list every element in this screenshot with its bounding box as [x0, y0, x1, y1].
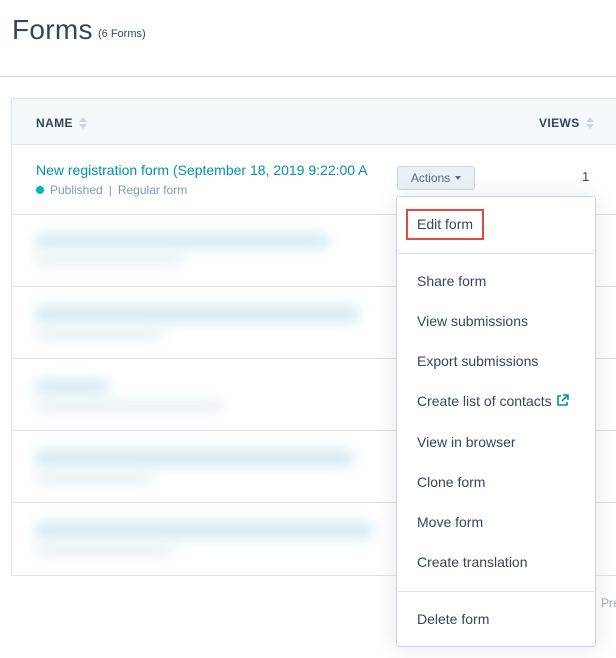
column-header-views-label: VIEWS: [539, 116, 580, 130]
actions-dropdown-menu: Edit form Share form View submissions Ex…: [396, 196, 596, 647]
published-status-dot-icon: [36, 186, 44, 194]
blurred-form-meta: [34, 255, 184, 265]
blurred-form-meta: [34, 545, 174, 555]
sort-icon[interactable]: [585, 116, 594, 130]
column-header-views[interactable]: VIEWS: [539, 116, 594, 131]
actions-button-label: Actions: [410, 171, 451, 185]
table-header: NAME VIEWS: [12, 99, 616, 145]
menu-item-move-form[interactable]: Move form: [397, 514, 595, 530]
blurred-form-name: [34, 305, 360, 323]
menu-divider: [397, 591, 595, 592]
menu-item-create-list-label: Create list of contacts: [417, 393, 552, 409]
column-header-name-label: NAME: [36, 116, 73, 130]
form-status: Published: [50, 183, 103, 197]
page-title: Forms: [12, 14, 93, 45]
menu-item-create-list-of-contacts[interactable]: Create list of contacts: [397, 393, 595, 409]
menu-item-delete-form[interactable]: Delete form: [397, 611, 595, 627]
views-count: 1: [582, 169, 590, 184]
form-count: (6 Forms): [98, 28, 146, 40]
external-link-icon: [556, 394, 569, 406]
menu-item-view-in-browser[interactable]: View in browser: [397, 434, 595, 450]
page-header: Forms (6 Forms): [0, 0, 616, 77]
blurred-form-name: [34, 521, 374, 539]
separator: |: [108, 183, 112, 197]
actions-button[interactable]: Actions: [397, 166, 475, 190]
blurred-form-meta: [34, 401, 224, 411]
blurred-form-name: [34, 449, 354, 467]
menu-divider: [397, 253, 595, 254]
form-status-line: Published | Regular form: [36, 183, 187, 197]
blurred-form-meta: [34, 329, 164, 339]
form-type: Regular form: [117, 183, 188, 197]
menu-item-export-submissions[interactable]: Export submissions: [397, 353, 595, 369]
menu-item-edit-form[interactable]: Edit form: [397, 216, 595, 232]
blurred-form-name: [34, 379, 110, 395]
caret-down-icon: [455, 176, 462, 180]
form-name-link[interactable]: New registration form (September 18, 201…: [36, 162, 384, 178]
column-header-name[interactable]: NAME: [36, 116, 87, 131]
menu-item-create-translation[interactable]: Create translation: [397, 554, 595, 570]
menu-item-share-form[interactable]: Share form: [397, 273, 595, 289]
blurred-form-meta: [34, 473, 154, 483]
blurred-form-name: [34, 233, 330, 249]
sort-icon[interactable]: [78, 116, 87, 130]
menu-item-clone-form[interactable]: Clone form: [397, 474, 595, 490]
pagination-prev-link[interactable]: Pre: [601, 596, 616, 610]
menu-item-view-submissions[interactable]: View submissions: [397, 313, 595, 329]
